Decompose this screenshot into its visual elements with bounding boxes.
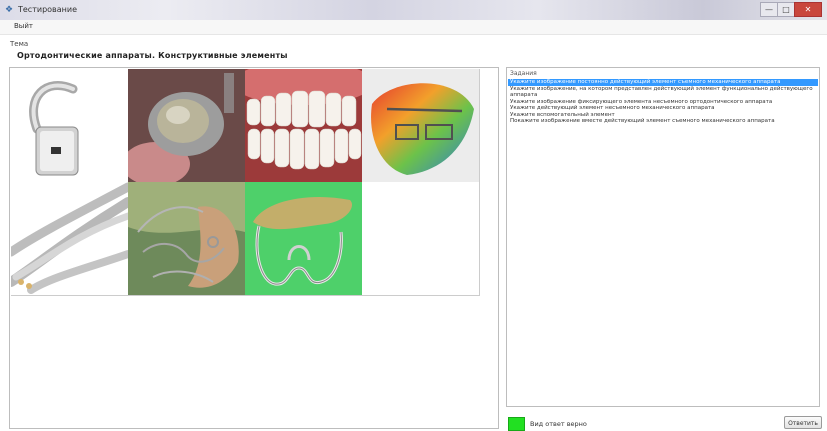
image-teeth-row[interactable] [245, 69, 362, 182]
image-buccal-tube[interactable] [11, 69, 128, 182]
app-icon: ❖ [5, 5, 14, 15]
task-item[interactable]: Укажите изображение, на котором представ… [508, 86, 818, 99]
task-item[interactable]: Укажите изображение постоянно действующи… [508, 79, 818, 86]
image-colored-appliance[interactable] [362, 69, 479, 182]
twisted-wire-illustration [11, 182, 128, 295]
topic-label: Тема [10, 40, 29, 48]
tasks-panel: Задания Укажите изображение постоянно де… [506, 67, 820, 407]
image-grid [11, 69, 480, 296]
image-twisted-wire[interactable] [11, 182, 128, 295]
task-item[interactable]: Покажите изображение вместе действующий … [508, 118, 818, 125]
topic-value: Ортодонтические аппараты. Конструктивные… [17, 51, 288, 60]
menu-bar: Выйт [0, 20, 827, 35]
metal-crown-illustration [128, 69, 245, 182]
image-panel [9, 67, 499, 429]
window-title: Тестирование [18, 5, 78, 14]
minimize-button[interactable]: — [760, 2, 778, 17]
wire-loop-illustration [245, 182, 362, 295]
image-wire-loop-selected[interactable] [245, 182, 362, 295]
buccal-tube-illustration [11, 69, 128, 182]
teeth-row-illustration [245, 69, 362, 182]
colored-appliance-illustration [362, 69, 479, 182]
maximize-button[interactable]: □ [777, 2, 795, 17]
image-metal-crown[interactable] [128, 69, 245, 182]
plate-with-clasps-illustration [128, 182, 245, 295]
title-bar: ❖ Тестирование — □ ✕ [0, 0, 827, 20]
task-list: Укажите изображение постоянно действующи… [508, 79, 818, 125]
close-button[interactable]: ✕ [794, 2, 822, 17]
image-plate-with-clasps[interactable] [128, 182, 245, 295]
answer-indicator [508, 417, 525, 431]
answer-button[interactable]: Ответить [784, 416, 822, 429]
tasks-label: Задания [510, 70, 537, 77]
answer-status-text: Вид ответ верно [530, 420, 587, 428]
menu-item-exit[interactable]: Выйт [14, 22, 33, 30]
